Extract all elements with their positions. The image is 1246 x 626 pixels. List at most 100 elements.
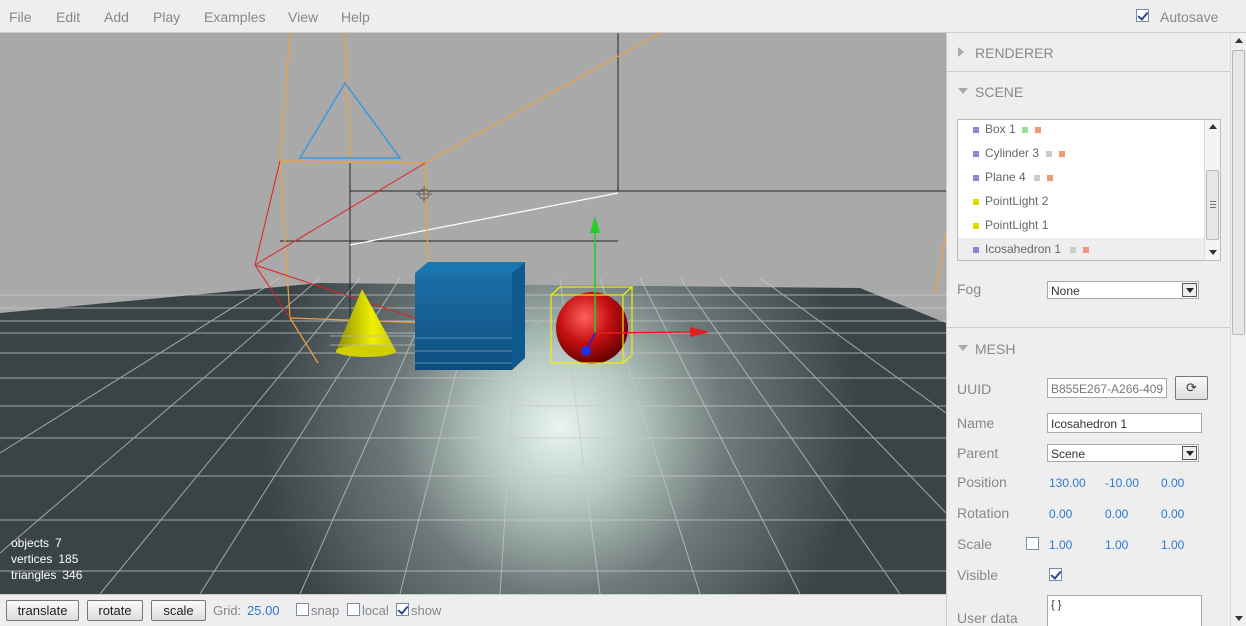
local-checkbox[interactable] [347,603,360,616]
show-label: show [411,603,442,618]
scene-title: SCENE [975,84,1024,100]
light-icon [973,223,979,229]
viewport-3d[interactable]: objects 7 vertices 185 triangles 346 [0,33,946,594]
autosave-toggle[interactable]: Autosave [1136,8,1246,26]
triangle-helper [298,81,402,159]
menu-view[interactable]: View [288,9,318,25]
scroll-down-icon[interactable] [1209,250,1217,255]
outliner-scrollbar[interactable] [1204,120,1220,260]
sidebar-scrollbar[interactable] [1230,33,1246,626]
scene-render [0,33,946,594]
name-field[interactable]: Icosahedron 1 [1047,413,1202,433]
menu-play[interactable]: Play [153,9,180,25]
scroll-up-icon[interactable] [1209,124,1217,129]
show-grid-toggle[interactable]: show [396,603,446,619]
outliner-item[interactable]: PointLight 1 [958,214,1206,238]
menu-add[interactable]: Add [104,9,129,25]
parent-label: Parent [957,445,999,461]
parent-select[interactable]: Scene [1047,444,1199,462]
geometry-icon [1070,247,1076,253]
scroll-up-icon[interactable] [1235,38,1243,43]
objects-count: 7 [55,536,62,550]
rotation-x[interactable]: 0.00 [1049,507,1072,521]
snap-label: snap [311,603,340,618]
outliner-item[interactable]: Cylinder 3 [958,142,1206,166]
scale-x[interactable]: 1.00 [1049,538,1072,552]
refresh-uuid-button[interactable]: ⟳ [1175,376,1208,400]
camera-helper-lines [280,33,946,323]
scale-button[interactable]: scale [151,600,206,621]
light-gizmo [416,186,432,202]
snap-checkbox[interactable] [296,603,309,616]
scale-lock-checkbox[interactable] [1026,537,1039,550]
vertices-label: vertices [11,552,53,566]
light-icon [973,199,979,205]
show-grid-checkbox[interactable] [396,603,409,616]
triangles-count: 346 [62,568,83,582]
scene-panel-header[interactable]: SCENE [947,84,1230,102]
viewport-toolbar: translate rotate scale Grid: 25.00 snap … [0,594,946,626]
triangles-label: triangles [11,568,57,582]
outliner-item-selected[interactable]: Icosahedron 1 [958,238,1206,260]
menu-examples[interactable]: Examples [204,9,265,25]
local-toggle[interactable]: local [347,603,395,619]
mesh-title: MESH [975,341,1016,357]
outliner-item[interactable]: Box 1 [958,120,1206,142]
translate-button[interactable]: translate [6,600,79,621]
divider [947,71,1230,72]
autosave-label: Autosave [1160,9,1219,25]
autosave-checkbox[interactable] [1136,9,1149,22]
menu-edit[interactable]: Edit [56,9,80,25]
rotation-label: Rotation [957,505,1010,521]
grid-label: Grid: [213,603,242,618]
rotation-y[interactable]: 0.00 [1105,507,1128,521]
rotate-button[interactable]: rotate [87,600,143,621]
geometry-icon [1022,127,1028,133]
divider [947,327,1230,328]
position-label: Position [957,474,1007,490]
outliner-item[interactable]: Plane 4 [958,166,1206,190]
object-icon [973,175,979,181]
object-icon [973,151,979,157]
objects-label: objects [11,536,50,550]
visible-checkbox[interactable] [1049,568,1062,581]
outliner-item[interactable]: PointLight 2 [958,190,1206,214]
outliner-scroll-thumb[interactable] [1206,170,1219,240]
object-icon [973,247,979,253]
expanded-arrow-icon [958,88,968,94]
menu-help[interactable]: Help [341,9,370,25]
vertices-count: 185 [58,552,79,566]
collapsed-arrow-icon [958,47,964,57]
position-z[interactable]: 0.00 [1161,476,1184,490]
renderer-panel-header[interactable]: RENDERER [947,45,1230,63]
snap-toggle[interactable]: snap [296,603,346,619]
sidebar-scroll-thumb[interactable] [1232,50,1245,335]
chevron-down-icon [1182,446,1197,460]
local-label: local [362,603,389,618]
sidebar: RENDERER SCENE Box 1 Cylinder 3 Plane 4 … [946,33,1230,626]
userdata-field[interactable]: { } [1047,595,1202,626]
geometry-icon [1046,151,1052,157]
scene-outliner[interactable]: Box 1 Cylinder 3 Plane 4 PointLight 2 Po… [957,119,1221,261]
scene-info: objects 7 vertices 185 triangles 346 [11,535,82,583]
position-y[interactable]: -10.00 [1105,476,1139,490]
box-mesh [415,262,525,370]
scale-z[interactable]: 1.00 [1161,538,1184,552]
fog-label: Fog [957,281,982,297]
uuid-field[interactable]: B855E267-A266-409 [1047,378,1167,398]
object-icon [973,127,979,133]
fog-select[interactable]: None [1047,281,1199,299]
grid-size-input[interactable]: 25.00 [247,603,280,618]
renderer-title: RENDERER [975,45,1054,61]
mesh-panel-header[interactable]: MESH [947,341,1230,359]
chevron-down-icon [1182,283,1197,297]
position-x[interactable]: 130.00 [1049,476,1086,490]
geometry-icon [1034,175,1040,181]
rotation-z[interactable]: 0.00 [1161,507,1184,521]
menu-file[interactable]: File [9,9,32,25]
menubar: File Edit Add Play Examples View Help Au… [0,0,1246,33]
visible-label: Visible [957,567,998,583]
scale-y[interactable]: 1.00 [1105,538,1128,552]
scroll-down-icon[interactable] [1235,616,1243,621]
uuid-label: UUID [957,381,992,397]
